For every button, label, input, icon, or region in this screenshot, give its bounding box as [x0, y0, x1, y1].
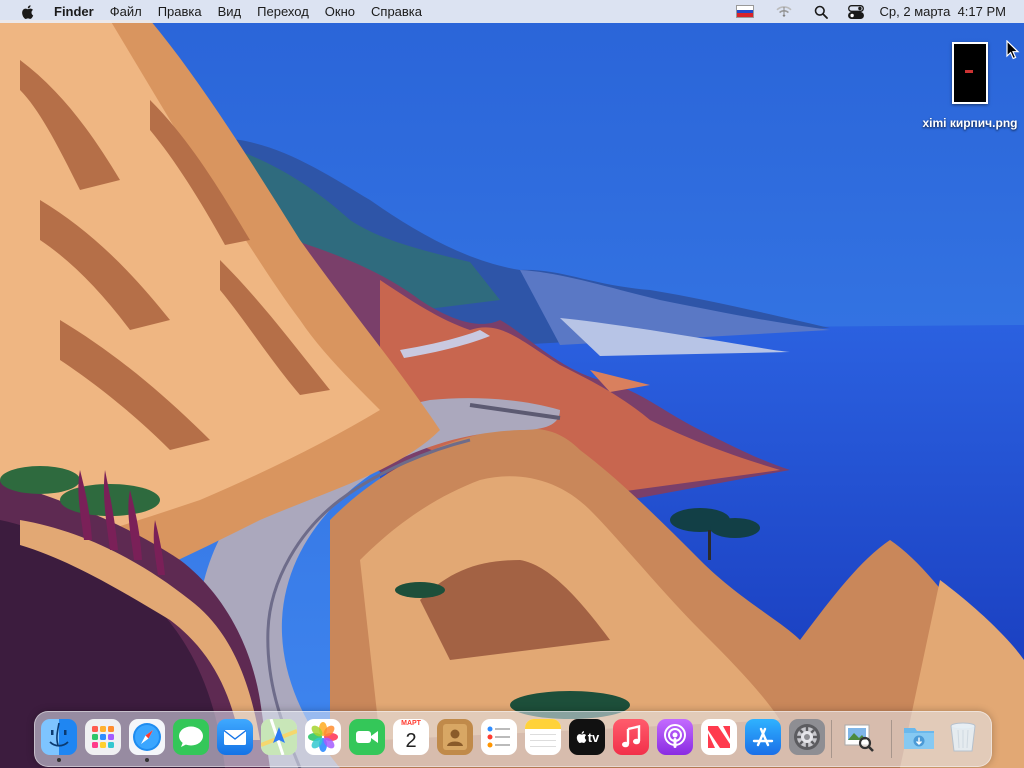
dock-finder[interactable] [41, 719, 77, 755]
russian-flag-input-source-icon [735, 5, 754, 18]
facetime-icon [356, 731, 378, 743]
preview-icon [844, 724, 874, 752]
menu-file[interactable]: Файл [102, 0, 150, 23]
apple-logo-icon [22, 4, 34, 19]
dock-notes[interactable] [525, 719, 561, 755]
app-menu-finder[interactable]: Finder [50, 0, 102, 23]
contacts-icon [443, 724, 467, 750]
dock-trash[interactable] [945, 719, 981, 755]
dock-preview[interactable] [841, 719, 877, 755]
safari-icon [133, 723, 161, 751]
apple-menu-button[interactable] [18, 0, 36, 23]
app-store-icon [752, 727, 774, 747]
running-indicator-finder [57, 758, 61, 762]
desktop-file-label: ximi кирпич.png [922, 116, 1018, 130]
music-icon [622, 724, 641, 748]
menu-view[interactable]: Вид [210, 0, 250, 23]
podcasts-icon [664, 724, 686, 748]
spotlight-button[interactable] [814, 0, 828, 23]
menu-window[interactable]: Окно [317, 0, 363, 23]
dock-apple-tv[interactable]: tv [569, 719, 605, 755]
calendar-month-label: МАРТ [401, 720, 421, 727]
dock: МАРТ 2 tv [34, 711, 992, 767]
dock-news[interactable] [701, 719, 737, 755]
photos-icon [308, 722, 338, 752]
dock-app-store[interactable] [745, 719, 781, 755]
dock-reminders[interactable] [481, 719, 517, 755]
menu-edit[interactable]: Правка [150, 0, 210, 23]
spotlight-search-icon [814, 5, 828, 19]
dock-separator-2 [891, 720, 892, 758]
control-center-button[interactable] [847, 0, 864, 23]
dock-contacts[interactable] [437, 719, 473, 755]
dock-separator [831, 720, 832, 758]
dock-maps[interactable] [261, 719, 297, 755]
desktop-wallpaper [0, 0, 1024, 768]
menu-go[interactable]: Переход [249, 0, 317, 23]
menu-bar: Finder Файл Правка Вид Переход Окно Спра… [0, 0, 1024, 23]
running-indicator-safari [145, 758, 149, 762]
news-icon [708, 726, 730, 748]
reminders-icon [487, 726, 510, 748]
system-preferences-icon [794, 724, 820, 750]
dock-music[interactable] [613, 719, 649, 755]
control-center-icon [847, 4, 864, 19]
dock-photos[interactable] [305, 719, 341, 755]
downloads-folder-icon [904, 728, 934, 749]
messages-icon [179, 726, 203, 747]
trash-icon [950, 722, 976, 752]
calendar-day-label: 2 [405, 730, 417, 752]
menu-help[interactable]: Справка [363, 0, 430, 23]
wifi-icon [775, 5, 792, 17]
dock-safari[interactable] [129, 719, 165, 755]
input-source-button[interactable] [735, 0, 754, 23]
finder-icon [49, 722, 69, 747]
mail-icon [223, 729, 247, 745]
dock-downloads-stack[interactable] [901, 719, 937, 755]
wifi-button[interactable] [775, 0, 792, 23]
mouse-pointer-icon [1006, 40, 1020, 60]
image-file-thumbnail-icon [952, 42, 988, 104]
dock-facetime[interactable] [349, 719, 385, 755]
apple-tv-label: tv [587, 729, 600, 745]
dock-podcasts[interactable] [657, 719, 693, 755]
dock-launchpad[interactable] [85, 719, 121, 755]
apple-tv-icon [576, 731, 587, 743]
menubar-clock[interactable]: Ср, 2 марта 4:17 PM [880, 4, 1006, 19]
dock-messages[interactable] [173, 719, 209, 755]
dock-calendar[interactable]: МАРТ 2 [393, 719, 429, 755]
dock-mail[interactable] [217, 719, 253, 755]
dock-system-preferences[interactable] [789, 719, 825, 755]
launchpad-icon [92, 726, 114, 748]
notes-icon [525, 719, 561, 747]
maps-icon [261, 719, 297, 755]
